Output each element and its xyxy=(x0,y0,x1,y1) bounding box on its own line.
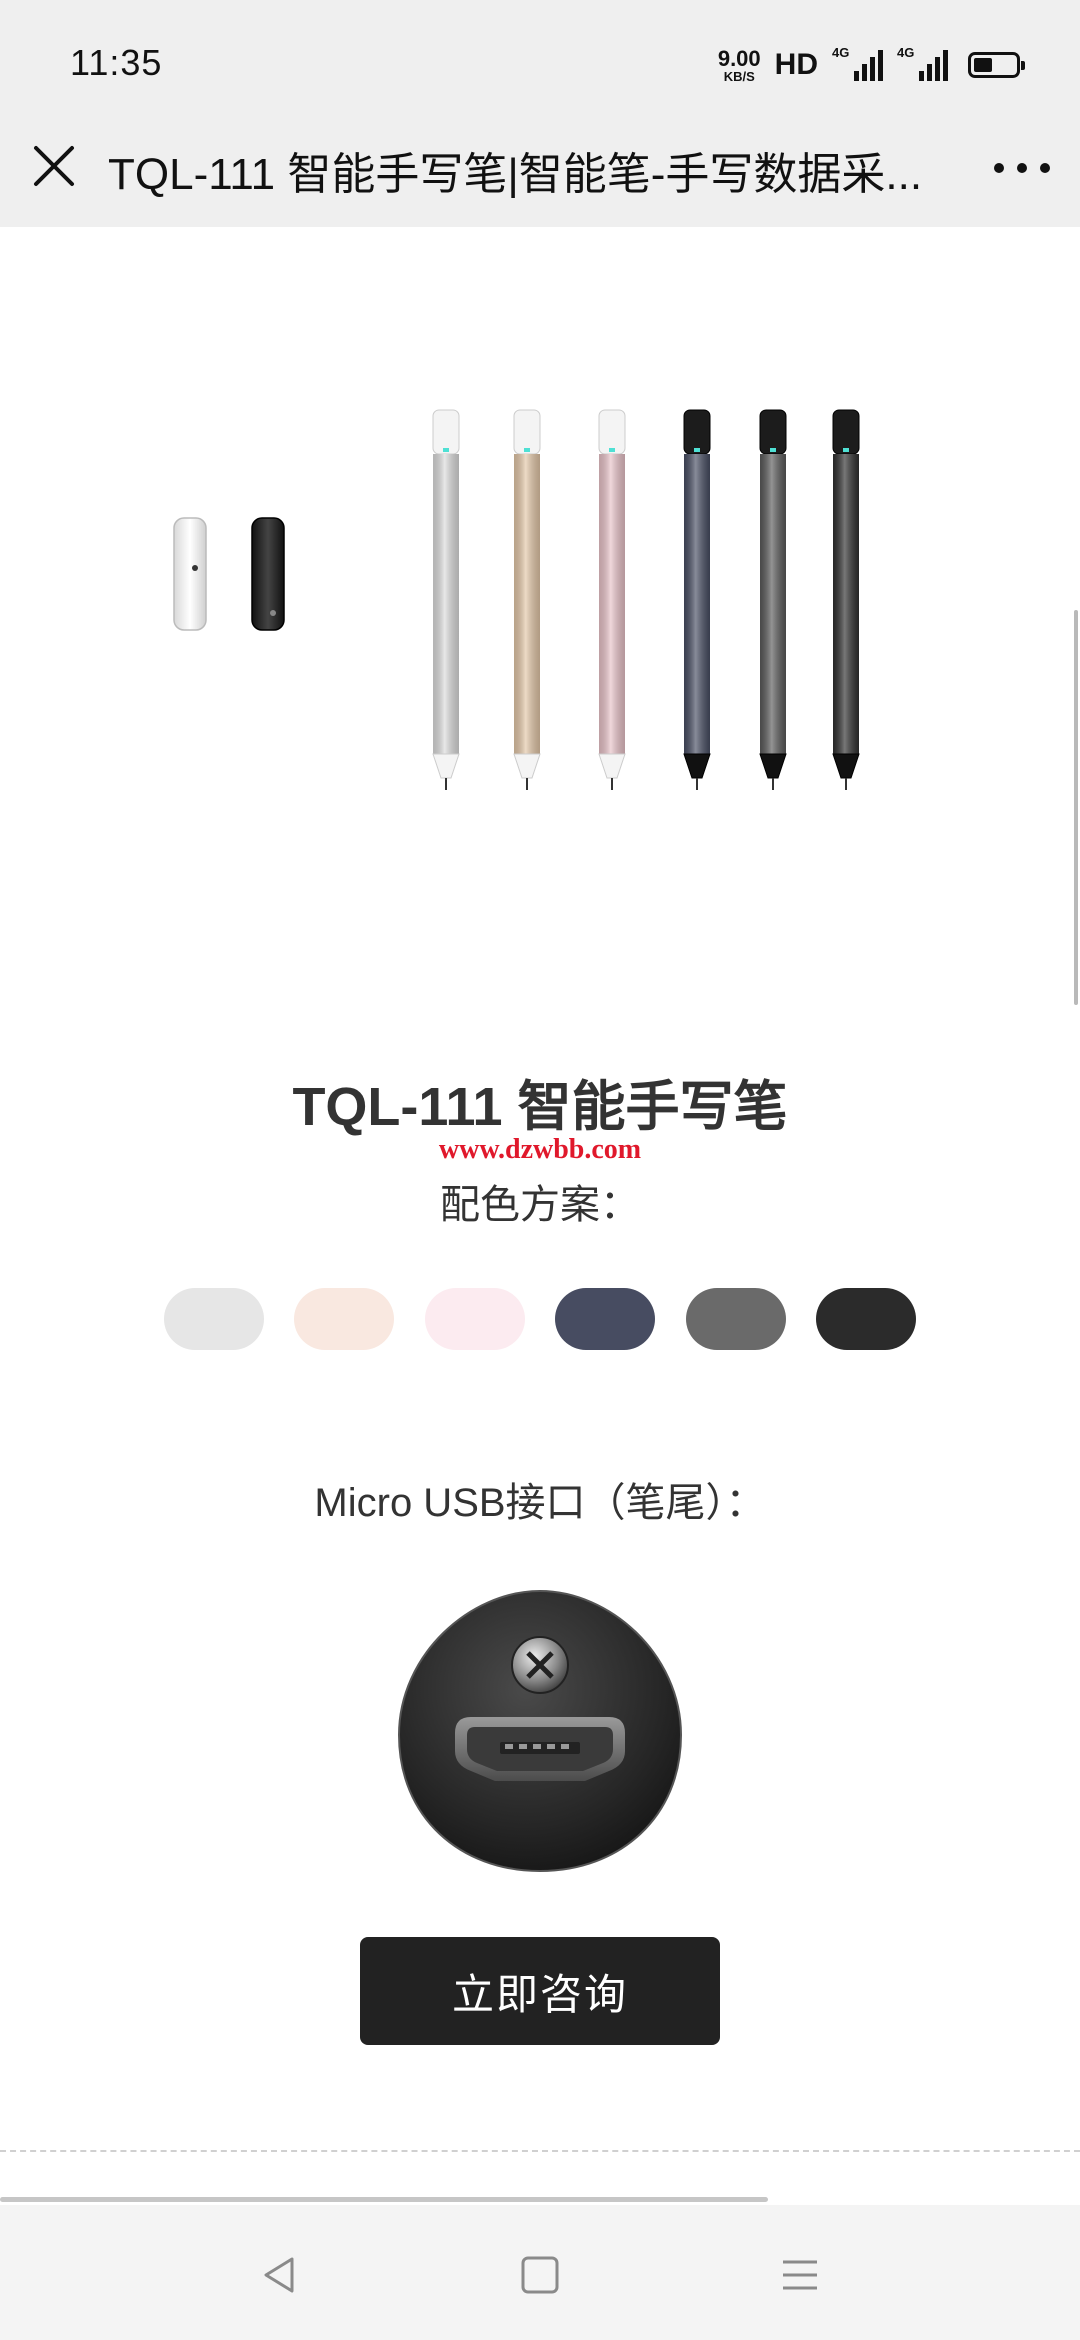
color-swatches xyxy=(164,1288,916,1350)
menu-lines-icon[interactable] xyxy=(770,2245,830,2305)
battery-icon xyxy=(968,52,1025,78)
page-title: TQL-111 智能手写笔|智能笔-手写数据采... xyxy=(108,150,923,199)
consult-now-button[interactable]: 立即咨询 xyxy=(360,1937,720,2045)
color-swatch-6[interactable] xyxy=(815,1288,916,1350)
smart-pen-5 xyxy=(759,409,787,790)
color-scheme-label: 配色方案： xyxy=(440,1183,640,1227)
signal-strength-icon-2: 4G xyxy=(897,45,948,81)
status-time: 11:35 xyxy=(70,42,163,83)
home-square-icon[interactable] xyxy=(510,2245,570,2305)
color-swatch-1[interactable] xyxy=(164,1288,264,1350)
net-speed-unit: KB/S xyxy=(723,68,755,84)
micro-usb-port-image xyxy=(395,1585,685,1875)
smart-pen-3 xyxy=(598,409,626,790)
browser-title-bar: TQL-111 智能手写笔|智能笔-手写数据采... xyxy=(0,130,1080,227)
vertical-scrollbar[interactable] xyxy=(1074,610,1078,1005)
watermark-text: www.dzwbb.com xyxy=(438,1134,642,1165)
color-swatch-5[interactable] xyxy=(685,1288,786,1350)
signal-type-label-2: 4G xyxy=(897,45,915,60)
smart-pen-4 xyxy=(683,409,711,790)
product-title: TQL-111 智能手写笔 xyxy=(292,1077,788,1137)
dashed-divider xyxy=(0,2150,1080,2152)
battery-level xyxy=(974,58,992,72)
close-icon[interactable] xyxy=(28,140,80,192)
smart-pen-2 xyxy=(513,409,541,790)
net-speed-value: 9.00 xyxy=(717,45,761,71)
status-bar: 11:35 9.00 KB/S HD 4G 4G xyxy=(0,0,1080,130)
color-swatch-4[interactable] xyxy=(555,1288,656,1350)
status-icons: 9.00 KB/S HD 4G 4G xyxy=(717,40,1025,90)
network-speed: 9.00 KB/S xyxy=(717,45,761,84)
horizontal-scrollbar[interactable] xyxy=(0,2197,768,2202)
smart-pen-1 xyxy=(432,409,460,790)
usb-port-label: Micro USB接口（笔尾）： xyxy=(314,1481,766,1525)
signal-type-label: 4G xyxy=(832,45,850,60)
signal-strength-icon: 4G xyxy=(832,45,883,81)
system-nav-bar xyxy=(0,2205,1080,2340)
product-hero-image xyxy=(0,380,1080,820)
smart-pen-6 xyxy=(832,409,860,790)
pen-cap-2 xyxy=(251,517,285,631)
hd-voice-icon: HD xyxy=(774,48,818,81)
color-swatch-3[interactable] xyxy=(424,1288,525,1350)
back-triangle-icon[interactable] xyxy=(250,2245,310,2305)
color-swatch-2[interactable] xyxy=(294,1288,395,1350)
pen-cap-1 xyxy=(173,517,207,631)
more-dots-icon[interactable] xyxy=(994,148,1050,188)
